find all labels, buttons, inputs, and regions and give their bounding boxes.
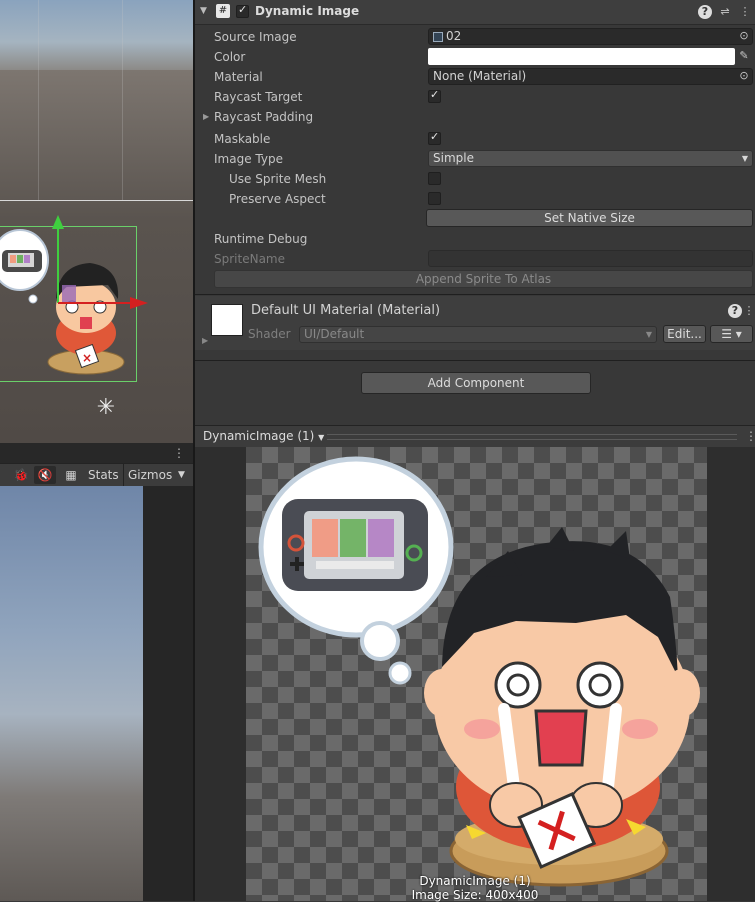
preview-caption-name: DynamicImage (1): [419, 874, 531, 888]
image-type-value: Simple: [433, 151, 474, 165]
shader-value: UI/Default: [304, 327, 365, 341]
raycast-padding-label[interactable]: Raycast Padding: [214, 108, 313, 126]
add-component-button[interactable]: Add Component: [361, 372, 591, 394]
maskable-label: Maskable: [214, 132, 271, 146]
sprite-name-label: SpriteName: [214, 252, 285, 266]
more-icon[interactable]: ⋮: [745, 429, 755, 443]
sprite-icon: [433, 31, 443, 42]
canvas-boundary: [0, 200, 193, 201]
help-icon[interactable]: ?: [698, 5, 712, 19]
list-icon[interactable]: ☰ ▾: [710, 325, 753, 343]
dropdown-arrow-icon: ▼: [318, 433, 325, 442]
move-gizmo-icon[interactable]: ✳: [94, 396, 118, 420]
dropdown-arrow-icon: ▼: [645, 330, 652, 339]
component-title: Dynamic Image: [255, 4, 360, 18]
preview-sprite: [258, 456, 700, 887]
material-title: Default UI Material (Material): [251, 303, 441, 318]
dropdown-arrow-icon[interactable]: ▼: [178, 466, 185, 484]
divider: [123, 464, 124, 486]
grid-line: [122, 0, 123, 200]
set-native-size-button[interactable]: Set Native Size: [426, 209, 753, 227]
source-image-value: 02: [446, 29, 462, 43]
svg-text:×: ×: [82, 351, 92, 365]
runtime-debug-label: Runtime Debug: [214, 232, 308, 246]
image-type-label: Image Type: [214, 152, 283, 166]
scene-sprite[interactable]: ×: [0, 215, 193, 395]
raycast-target-toggle[interactable]: [428, 88, 441, 103]
preview-toolbar: DynamicImage (1) ▼ ⋮: [195, 425, 755, 449]
game-toolbar: 🐞 🔇 ▦ Stats Gizmos ▼: [0, 463, 193, 487]
shader-edit-button[interactable]: Edit...: [663, 325, 706, 343]
image-preview: DynamicImage (1) Image Size: 400x400: [195, 447, 755, 902]
mute-audio-icon[interactable]: 🔇: [34, 466, 56, 484]
preview-caption-size: Image Size: 400x400: [411, 888, 539, 902]
more-icon[interactable]: ⋮: [738, 5, 752, 19]
more-icon[interactable]: ⋮: [173, 445, 185, 461]
object-picker-icon[interactable]: ⊙: [737, 69, 751, 83]
use-sprite-mesh-label: Use Sprite Mesh: [229, 172, 327, 186]
material-label: Material: [214, 70, 263, 84]
maskable-toggle[interactable]: [428, 130, 441, 145]
preview-title[interactable]: DynamicImage (1) ▼: [203, 429, 324, 443]
bug-icon[interactable]: 🐞: [12, 466, 30, 484]
foldout-arrow-icon[interactable]: ▶: [203, 112, 209, 121]
preserve-aspect-toggle[interactable]: [428, 192, 441, 205]
material-block: Default UI Material (Material) ? ⋮ ▶ Sha…: [195, 296, 755, 350]
script-icon: #: [216, 4, 230, 18]
foldout-arrow-icon[interactable]: ▼: [200, 6, 207, 16]
raycast-target-label: Raycast Target: [214, 90, 303, 104]
grid-line: [38, 0, 39, 200]
source-image-label: Source Image: [214, 30, 297, 44]
preserve-aspect-label: Preserve Aspect: [229, 192, 326, 206]
help-icon[interactable]: ?: [728, 304, 742, 318]
preview-drag-handle[interactable]: [327, 434, 737, 440]
color-label: Color: [214, 50, 246, 64]
inspector-panel: ▼ # Dynamic Image ? ⇌ ⋮ Source Image 02 …: [195, 0, 755, 425]
dynamic-image-header[interactable]: ▼ # Dynamic Image ? ⇌ ⋮: [195, 0, 755, 25]
sprite-name-field: [428, 250, 753, 267]
foldout-arrow-icon[interactable]: ▶: [202, 336, 208, 345]
component-enabled-toggle[interactable]: [236, 3, 249, 18]
gizmos-button[interactable]: Gizmos: [128, 466, 172, 484]
game-tab-strip: ⋮: [0, 443, 193, 463]
preview-title-text: DynamicImage (1): [203, 429, 315, 443]
eyedropper-icon[interactable]: ✎: [737, 49, 751, 63]
append-sprite-button[interactable]: Append Sprite To Atlas: [214, 270, 753, 288]
material-field[interactable]: None (Material): [428, 68, 753, 85]
dropdown-arrow-icon: ▼: [741, 154, 748, 163]
source-image-field[interactable]: 02: [428, 28, 753, 45]
scene-sky: [0, 0, 193, 70]
object-picker-icon[interactable]: ⊙: [737, 29, 751, 43]
more-icon[interactable]: ⋮: [742, 304, 755, 318]
divider: [195, 294, 755, 295]
stats-button[interactable]: Stats: [88, 466, 119, 484]
divider: [195, 360, 755, 361]
shader-dropdown: UI/Default ▼: [299, 326, 657, 343]
presets-icon[interactable]: ⇌: [718, 5, 732, 19]
image-type-dropdown[interactable]: Simple ▼: [428, 150, 753, 167]
game-view[interactable]: [0, 486, 143, 901]
scene-view[interactable]: × ✳: [0, 0, 193, 443]
grid-icon[interactable]: ▦: [62, 466, 80, 484]
use-sprite-mesh-toggle[interactable]: [428, 172, 441, 185]
material-thumbnail: [211, 304, 243, 336]
shader-label: Shader: [248, 327, 291, 341]
color-swatch[interactable]: [428, 48, 735, 65]
game-view-letterbox: [143, 486, 193, 901]
